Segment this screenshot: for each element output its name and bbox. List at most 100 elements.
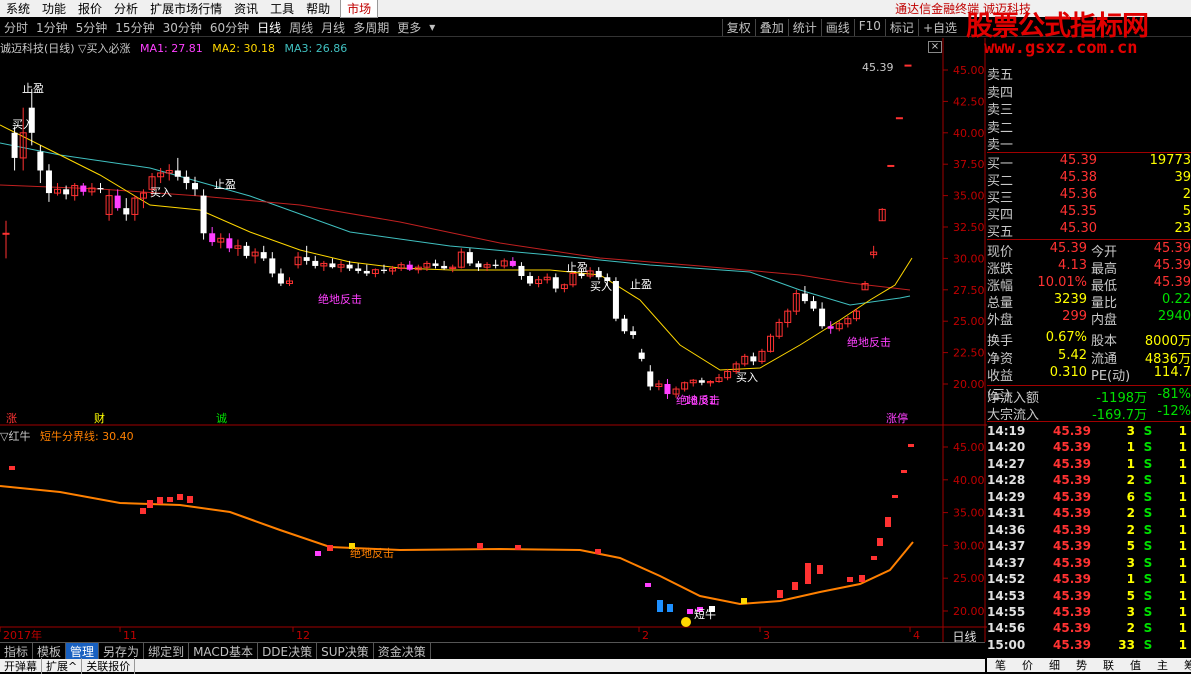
bid-volume: 2: [1182, 187, 1191, 202]
tick-price: 45.39: [1053, 522, 1091, 537]
candle-body: [518, 265, 525, 276]
sub-candle: [859, 575, 865, 582]
period-indicator[interactable]: 日线: [944, 628, 985, 644]
stat-value: 45.39: [1049, 241, 1087, 256]
indicator-tab-bar: 指标 模板 管理 另存为 绑定到 MACD基本 DDE决策 SUP决策 资金决策: [0, 642, 985, 660]
sub-candle: [892, 495, 898, 498]
bottom-tool-tab[interactable]: 扩展^: [42, 657, 83, 674]
sub-signal-label: 绝地反击: [350, 546, 394, 560]
sub-candle: [157, 497, 163, 504]
stat-value: 0.22: [1162, 292, 1191, 307]
watermark-title: 股票公式指标网: [966, 11, 1149, 42]
long-ma-line: [0, 184, 911, 291]
ask-row: 卖二: [987, 117, 1191, 136]
side-tab[interactable]: 价: [1014, 657, 1041, 673]
candle-body: [200, 195, 207, 234]
tick-side: S: [1143, 424, 1153, 438]
kline-chart-area[interactable]: 45.00 42.50 40.00 37.50 35.00 32.50 30.00 27.50…: [0, 0, 987, 642]
bottom-tool-bar: 开弹幕 扩展^ 关联报价: [0, 657, 985, 674]
candle-body: [329, 263, 336, 268]
indicator-tab[interactable]: MACD基本: [189, 642, 259, 660]
sub-candle: [140, 508, 146, 514]
candle-body: [97, 188, 104, 190]
event-marker[interactable]: 财: [94, 411, 105, 425]
ask-volume: [1097, 82, 1191, 98]
stat-label: 净资: [987, 351, 1014, 367]
signal-label: 买入: [736, 371, 758, 384]
candle-body: [801, 293, 808, 302]
ask-label: 卖四: [987, 85, 1014, 101]
candle-body: [37, 151, 44, 171]
ma2-line: [0, 124, 913, 371]
event-marker[interactable]: 诚: [216, 412, 227, 425]
axis-tick-label: 42.50: [953, 95, 985, 108]
bid-row: 买二 45.38 39: [987, 170, 1191, 189]
side-tab[interactable]: 值: [1122, 657, 1149, 673]
bottom-tool-tab[interactable]: 关联报价: [82, 657, 136, 674]
tick-count: 1: [1178, 555, 1187, 570]
indicator-tab[interactable]: 资金决策: [374, 642, 431, 660]
tick-count: 1: [1178, 489, 1187, 504]
bid-price: 45.35: [1059, 204, 1097, 219]
axis-tick-label: 20.00: [953, 378, 985, 391]
axis-tick-label: 25.00: [953, 572, 985, 585]
bottom-tool-tab[interactable]: 开弹幕: [0, 657, 42, 674]
candle-body: [647, 371, 654, 387]
stat-label: 今开: [1091, 245, 1118, 260]
ask-label: 卖三: [987, 103, 1014, 118]
candle-body: [612, 281, 619, 319]
stat-label: 最高: [1091, 262, 1118, 277]
sub-candle: [687, 609, 693, 614]
tick-volume: 6: [1126, 489, 1135, 504]
ask-row: 卖五: [987, 64, 1191, 83]
tick-time: 14:27: [987, 456, 1026, 471]
indicator-tab[interactable]: 绑定到: [144, 642, 190, 660]
ask-row: 卖三: [987, 99, 1191, 118]
signal-label: 止盈: [214, 178, 236, 191]
sub-candle: [515, 545, 521, 550]
tick-price: 45.39: [1053, 440, 1091, 455]
time-tick-label: 4: [913, 629, 920, 642]
stat-row: 换手 0.67% 股本 8000万: [987, 330, 1191, 349]
candle-body: [819, 308, 826, 327]
tick-count: 1: [1178, 572, 1187, 587]
ma3-line-path: [0, 142, 911, 306]
stat-value: 3239: [1053, 292, 1087, 307]
side-tab[interactable]: 势: [1068, 657, 1095, 673]
side-tab[interactable]: 笔: [987, 657, 1014, 673]
side-tab[interactable]: 主: [1149, 657, 1176, 673]
sub-candle: [595, 549, 601, 554]
tick-time: 14:36: [987, 522, 1026, 537]
tick-side: S: [1143, 588, 1153, 603]
indicator-tab[interactable]: DDE决策: [258, 642, 318, 660]
axis-tick-label: 32.50: [953, 221, 985, 234]
event-marker[interactable]: 涨: [6, 412, 17, 425]
candle-body: [355, 268, 362, 271]
time-tick-label: 11: [123, 629, 137, 642]
stat-label: 涨跌: [987, 262, 1014, 277]
stat-label: 收益(三): [987, 369, 1014, 403]
signal-label: 止盈: [630, 278, 652, 291]
candle-body: [11, 132, 18, 158]
tick-price: 45.39: [1053, 473, 1091, 488]
indicator-tab[interactable]: SUP决策: [317, 642, 374, 660]
axis-tick-label: 20.00: [953, 605, 985, 618]
quote-panel: 卖五 卖四 卖三 卖二 卖一 买一 45.39 19773 买二 45.38 39 买三 45.36 2 买…: [987, 62, 1191, 652]
stat-value: 8000万: [1144, 334, 1191, 349]
tick-count: 1: [1178, 588, 1187, 603]
sub-candle: [9, 466, 15, 470]
side-tab[interactable]: 筹: [1176, 657, 1191, 673]
side-tab[interactable]: 细: [1041, 657, 1068, 673]
candle-body: [621, 318, 628, 332]
stat-label: 最低: [1091, 279, 1118, 294]
candle-body: [303, 257, 310, 261]
event-marker[interactable]: 涨停: [886, 411, 908, 425]
tick-side: S: [1143, 604, 1153, 619]
sub-candle: [908, 444, 914, 447]
side-tab-bar: 笔价细势联值主筹: [987, 658, 1191, 672]
stat-value: 5.42: [1058, 347, 1087, 363]
tick-side: S: [1143, 440, 1153, 455]
bid-row: 买一 45.39 19773: [987, 153, 1191, 172]
side-tab[interactable]: 联: [1095, 657, 1122, 673]
tick-price: 45.39: [1053, 637, 1091, 652]
